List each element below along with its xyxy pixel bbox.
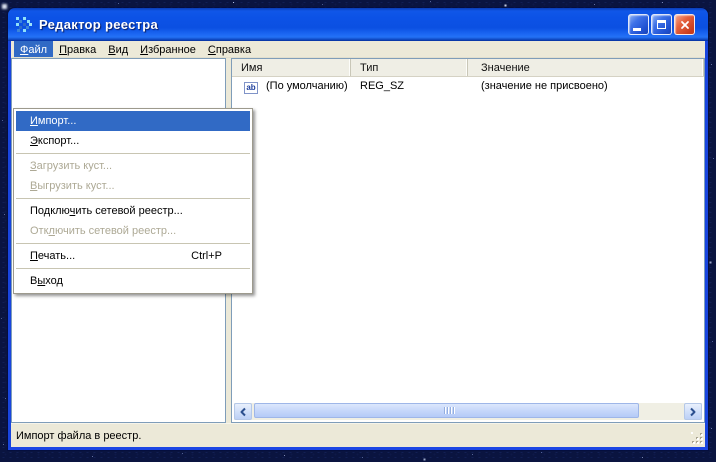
menu-item-exit[interactable]: Выход [14, 271, 252, 291]
table-row[interactable]: ab (По умолчанию) REG_SZ (значение не пр… [232, 77, 704, 94]
desktop-stars [0, 0, 1, 1]
chevron-right-icon [690, 407, 696, 416]
scroll-right-button[interactable] [684, 403, 702, 420]
chevron-left-icon [240, 407, 246, 416]
value-name: (По умолчанию) [266, 79, 348, 92]
menu-item-print[interactable]: Печать... Ctrl+P [14, 246, 252, 266]
resize-grip[interactable] [691, 432, 704, 445]
window-controls [628, 14, 695, 35]
status-bar: Импорт файла в реестр. [11, 423, 705, 447]
scroll-left-button[interactable] [234, 403, 252, 420]
menu-edit[interactable]: Правка [53, 41, 102, 57]
scrollbar-grip-icon [443, 407, 445, 414]
menu-separator [16, 243, 250, 244]
scrollbar-track[interactable] [253, 403, 683, 420]
column-header-type[interactable]: Тип [351, 59, 468, 76]
value-data: (значение не присвоено) [481, 79, 608, 92]
status-text: Импорт файла в реестр. [16, 429, 142, 442]
registry-cube-icon [16, 16, 33, 33]
maximize-icon [657, 20, 666, 29]
minimize-button[interactable] [628, 14, 649, 35]
window-body: Файл Правка Вид Избранное Справка Имя Ти… [8, 41, 708, 450]
menu-item-label: Выход [30, 275, 63, 287]
horizontal-scrollbar[interactable] [234, 403, 702, 420]
values-list-pane[interactable]: Имя Тип Значение ab (По умолчанию) REG_S… [231, 58, 705, 423]
string-value-ab-icon: ab [244, 81, 258, 94]
column-header-value[interactable]: Значение [468, 59, 704, 76]
menu-item-label: Экспорт... [30, 135, 80, 147]
menu-separator [16, 198, 250, 199]
close-icon [680, 20, 689, 29]
menu-file[interactable]: Файл [14, 41, 54, 57]
menu-item-label: Загрузить куст... [30, 160, 113, 172]
menu-view[interactable]: Вид [102, 41, 134, 57]
menu-item-connect-network-registry[interactable]: Подключить сетевой реестр... [14, 201, 252, 221]
menu-item-export[interactable]: Экспорт... [14, 131, 252, 151]
menu-favorites[interactable]: Избранное [134, 41, 202, 57]
column-header-name[interactable]: Имя [232, 59, 351, 76]
work-area: Имя Тип Значение ab (По умолчанию) REG_S… [11, 58, 705, 423]
menu-item-import[interactable]: Импорт... [16, 111, 250, 131]
menu-item-label: Подключить сетевой реестр... [30, 205, 183, 217]
menu-item-shortcut: Ctrl+P [191, 250, 222, 262]
close-button[interactable] [674, 14, 695, 35]
menu-item-unload-hive: Выгрузить куст... [14, 176, 252, 196]
minimize-icon [632, 27, 641, 31]
menu-bar: Файл Правка Вид Избранное Справка [11, 41, 705, 58]
menu-separator [16, 153, 250, 154]
menu-item-label: Печать... [30, 250, 76, 262]
value-type: REG_SZ [360, 79, 405, 92]
menu-item-label: Импорт... [30, 115, 77, 127]
titlebar[interactable]: Редактор реестра [8, 8, 708, 41]
window-title: Редактор реестра [39, 17, 159, 32]
scrollbar-thumb[interactable] [254, 403, 639, 418]
menu-item-label: Отключить сетевой реестр... [30, 225, 177, 237]
registry-editor-window: Редактор реестра Файл Правка Вид Избранн… [8, 8, 708, 450]
menu-help[interactable]: Справка [202, 41, 257, 57]
menu-item-load-hive: Загрузить куст... [14, 156, 252, 176]
menu-item-label: Выгрузить куст... [30, 180, 115, 192]
maximize-button[interactable] [651, 14, 672, 35]
list-header: Имя Тип Значение [232, 59, 704, 77]
menu-separator [16, 268, 250, 269]
menu-item-disconnect-network-registry: Отключить сетевой реестр... [14, 221, 252, 241]
file-menu-dropdown: Импорт... Экспорт... Загрузить куст... В… [13, 108, 253, 294]
